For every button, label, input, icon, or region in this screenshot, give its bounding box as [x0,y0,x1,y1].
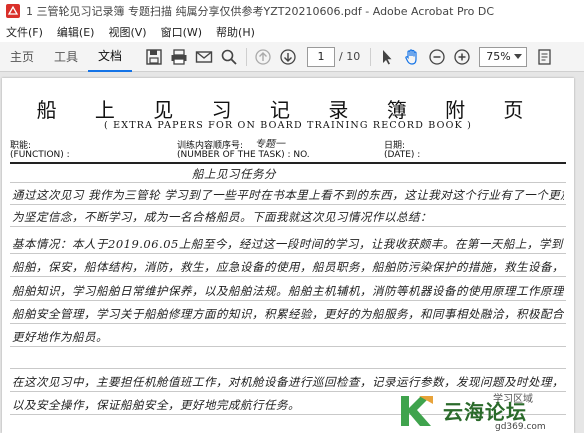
select-cursor-icon[interactable] [375,45,399,69]
field-function-en: (FUNCTION) : [10,150,70,160]
page-title: 船 上 见 习 记 录 簿 附 页 [36,98,540,122]
site-watermark: 学习区域 云海论坛 gd369.com [397,386,574,433]
handwritten-line: 通过这次见习 我作为三管轮 学习到了一些平时在书本里上看不到的东西，这让我对这个… [12,188,564,202]
ruled-line [10,204,566,205]
page-down-icon[interactable] [276,45,300,69]
ruled-line [10,253,566,254]
ruled-line [10,276,566,277]
watermark-domain: gd369.com [495,422,546,432]
acrobat-app-icon [6,4,20,18]
title-bar: 1 三管轮见习记录簿 专题扫描 纯属分享仅供参考YZT20210606.pdf … [0,0,584,22]
tab-tools[interactable]: 工具 [44,42,88,72]
hand-tool-icon[interactable] [400,45,424,69]
menu-edit[interactable]: 编辑(E) [57,24,95,40]
zoom-out-icon[interactable] [425,45,449,69]
handwritten-line: 为坚定信念，不断学习，成为一名合格船员。下面我就这次见习情况作以总结： [12,210,432,224]
document-viewer[interactable]: 船 上 见 习 记 录 簿 附 页 ( EXTRA PAPERS FOR ON … [0,72,584,433]
menu-bar: 文件(F) 编辑(E) 视图(V) 窗口(W) 帮助(H) [0,22,584,42]
toolbar-separator [370,47,372,66]
more-tools-icon[interactable] [533,45,557,69]
tab-bar: 主页 工具 文档 [0,42,133,72]
page-subtitle: ( EXTRA PAPERS FOR ON BOARD TRAINING REC… [103,120,473,131]
watermark-logo-icon [401,396,433,426]
print-icon[interactable] [167,45,191,69]
ruled-line [10,182,566,183]
pdf-page: 船 上 见 习 记 录 簿 附 页 ( EXTRA PAPERS FOR ON … [2,78,574,433]
field-date-en: (DATE) : [384,150,421,160]
handwritten-line: 船舶安全管理，学习关于船舶修理方面的知识，积累经验，更好的为船服务，和同事相处融… [12,307,564,321]
zoom-in-icon[interactable] [450,45,474,69]
ruled-line [10,346,566,347]
menu-help[interactable]: 帮助(H) [216,24,255,40]
handwritten-heading: 船上见习任务分 [192,167,276,181]
toolbar-separator [246,47,248,66]
toolbar-icons: 1 / 10 75% [142,45,558,69]
menu-window[interactable]: 窗口(W) [161,24,202,40]
handwritten-line: 更好地作为船员。 [12,330,108,344]
window-title: 1 三管轮见习记录簿 专题扫描 纯属分享仅供参考YZT20210606.pdf … [26,5,495,18]
page-up-icon[interactable] [251,45,275,69]
chevron-down-icon [514,53,523,59]
email-icon[interactable] [192,45,216,69]
menu-file[interactable]: 文件(F) [6,24,43,40]
handwritten-line: 船舶知识，学习船舶日常维护保养，以及船舶法规。船舶主机辅机，消防等机器设备的使用… [12,284,564,298]
zoom-level-select[interactable]: 75% [479,46,528,67]
handwritten-line: 船舶，保安，船体结构，消防，救生，应急设备的使用，船员职务，船舶防污染保护的措施… [12,260,564,274]
menu-view[interactable]: 视图(V) [108,24,146,40]
save-icon[interactable] [142,45,166,69]
ruled-line [10,323,566,324]
tab-document[interactable]: 文档 [88,42,133,72]
handwritten-line: 基本情况：本人于2019.06.05上船至今，经过这一段时间的学习，让我收获颇丰… [12,237,564,251]
page-number-input[interactable]: 1 [307,46,336,67]
ruled-line [10,300,566,301]
field-task-en: (NUMBER OF THE TASK) : NO. [177,150,310,160]
handwritten-line: 以及安全操作，保证船舶安全，更好地完成航行任务。 [12,398,300,412]
search-icon[interactable] [217,45,241,69]
ruled-line [10,368,566,369]
page-total: / 10 [339,50,361,63]
header-rule [10,162,566,164]
tab-home[interactable]: 主页 [0,42,44,72]
toolbar: 主页 工具 文档 1 / 10 75% [0,42,584,72]
ruled-line [10,226,566,227]
watermark-brand: 云海论坛 [443,400,527,424]
field-task-no-value: 专题一 [255,139,285,150]
zoom-level-value: 75% [486,50,511,63]
